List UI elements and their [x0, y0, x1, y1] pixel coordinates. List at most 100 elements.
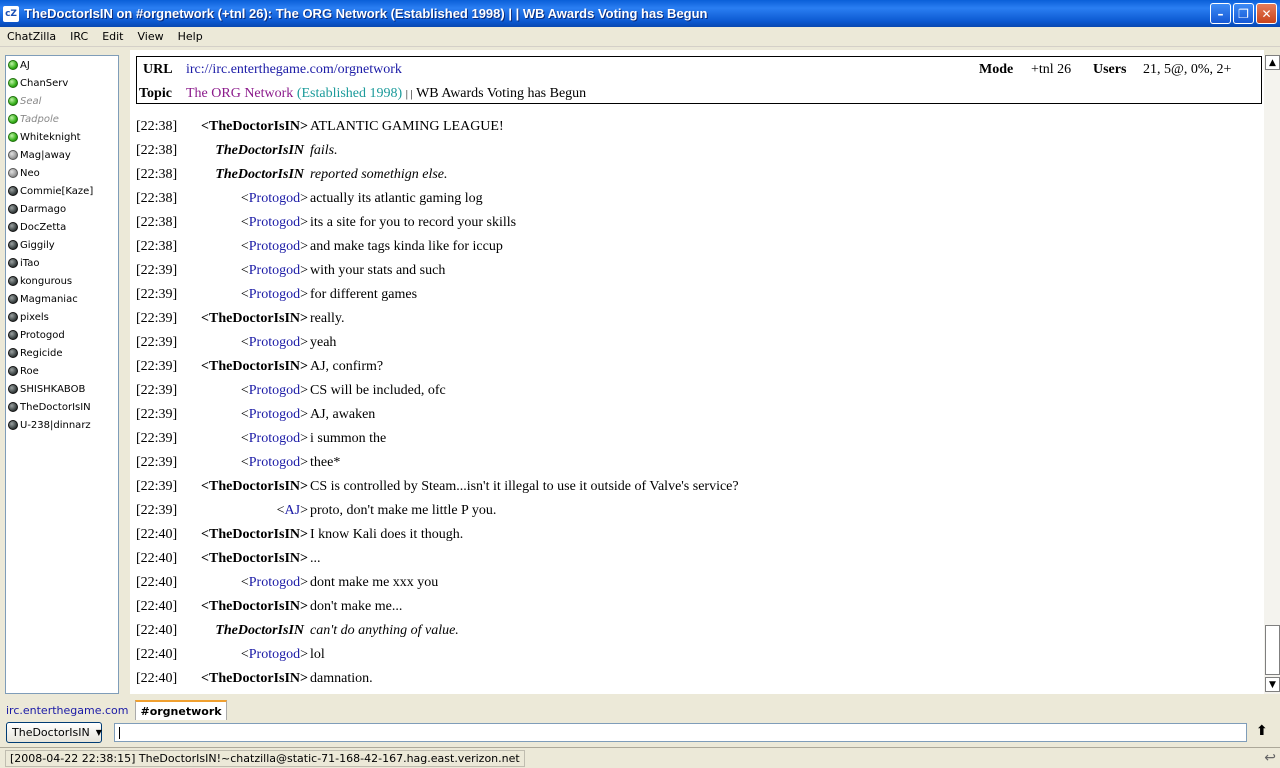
chat-message-row: [22:39] <Protogod> i summon the: [130, 428, 1264, 452]
message-timestamp: [22:38]: [136, 191, 178, 206]
message-timestamp: [22:39]: [136, 311, 178, 326]
nickname-label: TheDoctorIsIN: [12, 726, 90, 739]
message-timestamp: [22:40]: [136, 575, 178, 590]
resize-grip-icon[interactable]: ↩: [1264, 750, 1276, 766]
user-list-item[interactable]: SHISHKABOB: [6, 380, 118, 398]
close-button[interactable]: ✕: [1256, 3, 1277, 24]
message-timestamp: [22:39]: [136, 455, 178, 470]
message-nick[interactable]: <AJ>: [277, 503, 308, 519]
user-list-item[interactable]: DocZetta: [6, 218, 118, 236]
pane-splitter[interactable]: [122, 50, 130, 696]
scroll-thumb[interactable]: [1265, 625, 1280, 675]
multiline-toggle-icon[interactable]: ⬆: [1256, 723, 1268, 739]
message-timestamp: [22:40]: [136, 671, 178, 686]
users-label: Users: [1093, 62, 1127, 77]
user-list-item[interactable]: AJ: [6, 56, 118, 74]
user-name: Neo: [20, 167, 40, 179]
user-list-item[interactable]: iTao: [6, 254, 118, 272]
message-nick[interactable]: <Protogod>: [241, 239, 308, 255]
message-nick[interactable]: <TheDoctorIsIN>: [201, 671, 308, 687]
message-nick[interactable]: <Protogod>: [241, 263, 308, 279]
user-list-item[interactable]: TheDoctorIsIN: [6, 398, 118, 416]
tab-orgnetwork[interactable]: #orgnetwork: [135, 700, 227, 720]
message-nick[interactable]: <TheDoctorIsIN>: [201, 527, 308, 543]
view-tabs: irc.enterthegame.com #orgnetwork: [0, 698, 1280, 720]
message-nick[interactable]: <TheDoctorIsIN>: [201, 551, 308, 567]
input-row: TheDoctorIsIN ▼ ⬆: [0, 720, 1280, 746]
chat-scrollbar[interactable]: ▲ ▼: [1264, 55, 1280, 694]
nick-bracket: >: [300, 239, 308, 254]
user-list-item[interactable]: Seal: [6, 92, 118, 110]
user-list-item[interactable]: Neo: [6, 164, 118, 182]
user-list-item[interactable]: Mag|away: [6, 146, 118, 164]
maximize-button[interactable]: ❐: [1233, 3, 1254, 24]
channel-topic[interactable]: The ORG Network (Established 1998) | | W…: [186, 86, 586, 102]
user-list-item[interactable]: pixels: [6, 308, 118, 326]
message-timestamp: [22:40]: [136, 599, 178, 614]
action-nick[interactable]: TheDoctorIsIN: [215, 167, 304, 183]
message-nick[interactable]: <Protogod>: [241, 383, 308, 399]
topic-part-2: (Established 1998): [296, 86, 403, 101]
scroll-up-button[interactable]: ▲: [1265, 55, 1280, 70]
message-nick[interactable]: <Protogod>: [241, 455, 308, 471]
user-status-icon: [8, 60, 18, 70]
action-text: fails.: [310, 143, 338, 158]
nick-bracket: <: [201, 359, 210, 374]
message-nick[interactable]: <Protogod>: [241, 215, 308, 231]
message-input[interactable]: [114, 723, 1247, 742]
chatzilla-logo-icon: cZ: [3, 5, 19, 22]
message-nick[interactable]: <TheDoctorIsIN>: [201, 359, 308, 375]
user-status-icon: [8, 294, 18, 304]
scroll-down-button[interactable]: ▼: [1265, 677, 1280, 692]
message-timestamp: [22:38]: [136, 143, 178, 158]
menu-edit[interactable]: Edit: [95, 30, 130, 43]
menu-view[interactable]: View: [131, 30, 171, 43]
menu-chatzilla[interactable]: ChatZilla: [0, 30, 63, 43]
user-list-item[interactable]: Magmaniac: [6, 290, 118, 308]
user-list-item[interactable]: Darmago: [6, 200, 118, 218]
user-list-item[interactable]: ChanServ: [6, 74, 118, 92]
action-text: reported somethign else.: [310, 167, 448, 182]
nick-bracket: <: [240, 575, 249, 590]
minimize-button[interactable]: –: [1210, 3, 1231, 24]
nickname-button[interactable]: TheDoctorIsIN ▼: [6, 722, 102, 743]
message-nick[interactable]: <Protogod>: [241, 335, 308, 351]
message-nick[interactable]: <TheDoctorIsIN>: [201, 479, 308, 495]
nick-bracket: <: [240, 287, 249, 302]
menu-help[interactable]: Help: [171, 30, 210, 43]
message-nick[interactable]: <Protogod>: [241, 287, 308, 303]
message-nick[interactable]: <TheDoctorIsIN>: [201, 119, 308, 135]
nick-bracket: >: [300, 119, 308, 134]
message-nick[interactable]: <Protogod>: [241, 431, 308, 447]
message-nick[interactable]: <Protogod>: [241, 407, 308, 423]
chat-log[interactable]: [22:38] <TheDoctorIsIN> ATLANTIC GAMING LE…: [130, 110, 1264, 694]
user-list-item[interactable]: Regicide: [6, 344, 118, 362]
tab-server[interactable]: irc.enterthegame.com: [2, 700, 132, 720]
nick-name: Protogod: [248, 455, 301, 470]
channel-url-link[interactable]: irc://irc.enterthegame.com/orgnetwork: [186, 62, 402, 78]
user-list-item[interactable]: kongurous: [6, 272, 118, 290]
message-timestamp: [22:39]: [136, 503, 178, 518]
message-nick[interactable]: <Protogod>: [241, 575, 308, 591]
user-list[interactable]: AJ ChanServ Seal Tadpole Whiteknight Mag|away…: [5, 55, 119, 694]
channel-mode[interactable]: +tnl 26: [1031, 62, 1071, 78]
chat-message-row: [22:40] <TheDoctorIsIN> damnation.: [130, 668, 1264, 692]
message-nick[interactable]: <Protogod>: [241, 191, 308, 207]
chat-message-row: [22:39] <Protogod> thee*: [130, 452, 1264, 476]
action-nick[interactable]: TheDoctorIsIN: [215, 143, 304, 159]
action-nick[interactable]: TheDoctorIsIN: [215, 623, 304, 639]
window-controls: – ❐ ✕: [1210, 3, 1277, 24]
user-list-item[interactable]: Whiteknight: [6, 128, 118, 146]
user-list-item[interactable]: U-238|dinnarz: [6, 416, 118, 434]
user-list-item[interactable]: Protogod: [6, 326, 118, 344]
message-nick[interactable]: <TheDoctorIsIN>: [201, 311, 308, 327]
chat-message-row: [22:39] <Protogod> with your stats and suc…: [130, 260, 1264, 284]
message-nick[interactable]: <Protogod>: [241, 647, 308, 663]
nick-name: TheDoctorIsIN: [209, 599, 301, 614]
user-list-item[interactable]: Commie[Kaze]: [6, 182, 118, 200]
message-nick[interactable]: <TheDoctorIsIN>: [201, 599, 308, 615]
menu-irc[interactable]: IRC: [63, 30, 95, 43]
user-list-item[interactable]: Giggily: [6, 236, 118, 254]
user-list-item[interactable]: Tadpole: [6, 110, 118, 128]
user-list-item[interactable]: Roe: [6, 362, 118, 380]
